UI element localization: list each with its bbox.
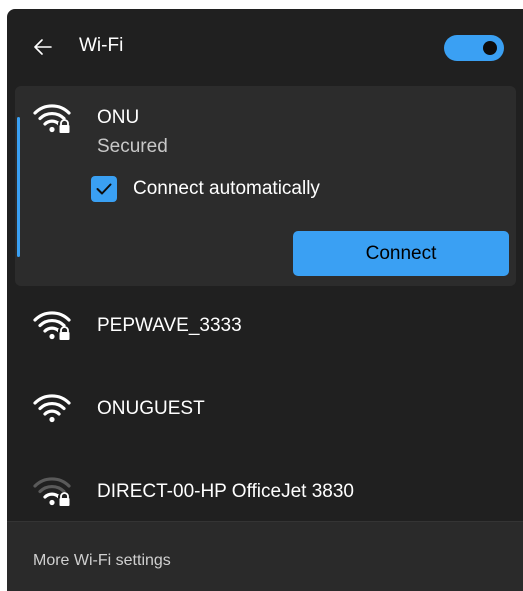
wifi-secured-icon [33, 104, 71, 134]
network-name: ONUGUEST [97, 398, 205, 419]
page-title: Wi-Fi [79, 35, 124, 56]
network-name: PEPWAVE_3333 [97, 315, 242, 336]
connect-automatically-label[interactable]: Connect automatically [133, 178, 320, 200]
network-item-onu[interactable]: ONU Secured Connect automatically Connec… [15, 86, 516, 286]
header: Wi-Fi [7, 9, 523, 83]
wifi-toggle[interactable] [444, 35, 504, 61]
network-name: ONU [97, 107, 140, 128]
toggle-knob [483, 41, 497, 55]
connect-automatically-checkbox[interactable] [91, 176, 117, 202]
network-item-pepwave[interactable]: PEPWAVE_3333 [15, 289, 516, 361]
network-status: Secured [97, 136, 168, 157]
back-button[interactable] [31, 35, 55, 59]
wifi-flyout: Wi-Fi ONU Secured Connect automatically … [7, 9, 523, 591]
network-item-onuguest[interactable]: ONUGUEST [15, 372, 516, 444]
wifi-weak-secured-icon [33, 477, 71, 507]
selection-indicator [17, 117, 20, 257]
wifi-icon [33, 394, 71, 423]
wifi-secured-icon [33, 311, 71, 341]
checkmark-icon [96, 183, 112, 195]
footer: More Wi-Fi settings [7, 521, 523, 591]
more-wifi-settings-link[interactable]: More Wi-Fi settings [33, 552, 171, 570]
back-arrow-icon [34, 39, 52, 55]
connect-button[interactable]: Connect [293, 231, 509, 276]
network-item-direct-hp[interactable]: DIRECT-00-HP OfficeJet 3830 [15, 455, 516, 527]
network-name: DIRECT-00-HP OfficeJet 3830 [97, 481, 354, 502]
